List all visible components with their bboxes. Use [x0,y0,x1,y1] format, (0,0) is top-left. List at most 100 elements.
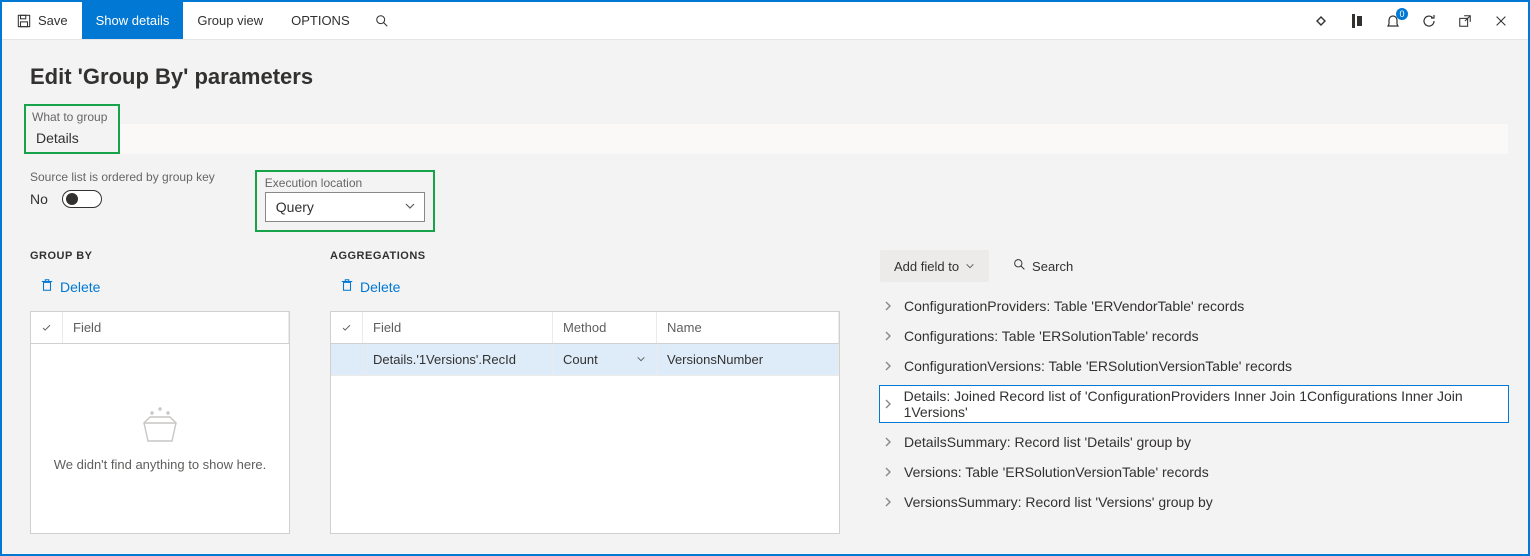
agg-row-method-value: Count [563,352,598,367]
expand-icon[interactable] [884,399,894,409]
aggregations-delete-label: Delete [360,279,400,295]
execution-location-dropdown[interactable]: Query [265,192,425,222]
expand-icon[interactable] [884,467,894,477]
aggregations-heading: AGGREGATIONS [330,250,840,262]
search-icon [1013,258,1026,274]
options-button[interactable]: OPTIONS [277,2,364,39]
aggregations-grid: Field Method Name Details.'1Versions'.Re… [330,311,840,534]
group-by-empty-message: We didn't find anything to show here. [54,457,267,472]
tree-item[interactable]: ConfigurationProviders: Table 'ERVendorT… [880,296,1508,316]
expand-icon[interactable] [884,301,894,311]
row-selector[interactable] [331,344,363,375]
group-by-grid-header: Field [31,312,289,344]
tree-toolbar: Add field to Search [880,250,1508,282]
page-title: Edit 'Group By' parameters [30,64,1508,90]
agg-name-header[interactable]: Name [657,312,839,343]
tree-item-label: ConfigurationProviders: Table 'ERVendorT… [904,298,1244,314]
app-window: Save Show details Group view OPTIONS [0,0,1530,556]
options-row: Source list is ordered by group key No E… [30,170,1508,232]
tree-item[interactable]: Configurations: Table 'ERSolutionTable' … [880,326,1508,346]
aggregations-grid-header: Field Method Name [331,312,839,344]
what-to-group-label: What to group [32,110,112,124]
data-source-tree: ConfigurationProviders: Table 'ERVendorT… [880,296,1508,512]
attach-icon[interactable] [1310,10,1332,32]
notifications-badge: 0 [1396,8,1408,20]
expand-icon[interactable] [884,331,894,341]
toolbar-search-button[interactable] [364,2,400,39]
agg-row-field[interactable]: Details.'1Versions'.RecId [363,344,553,375]
table-row[interactable]: Details.'1Versions'.RecId Count Versions… [331,344,839,376]
trash-icon [40,278,54,295]
group-by-column: GROUP BY Delete Field [30,250,290,534]
toolbar-right: 0 [1310,2,1522,39]
tree-item[interactable]: Versions: Table 'ERSolutionVersionTable'… [880,462,1508,482]
tree-search-button[interactable]: Search [999,250,1087,282]
tree-item-label: ConfigurationVersions: Table 'ERSolution… [904,358,1292,374]
toolbar-left: Save Show details Group view OPTIONS [2,2,400,39]
show-details-label: Show details [96,13,170,28]
aggregations-delete-button[interactable]: Delete [336,272,840,301]
ordered-label: Source list is ordered by group key [30,170,215,184]
tree-item-label: Versions: Table 'ERSolutionVersionTable'… [904,464,1209,480]
search-icon [374,13,390,29]
expand-icon[interactable] [884,437,894,447]
tree-item-label: Configurations: Table 'ERSolutionTable' … [904,328,1199,344]
group-by-select-all[interactable] [31,312,63,343]
execution-location-highlight: Execution location Query [255,170,435,232]
save-label: Save [38,13,68,28]
toolbar: Save Show details Group view OPTIONS [2,2,1528,40]
execution-location-label: Execution location [265,176,425,190]
close-button[interactable] [1490,10,1512,32]
tree-item-label: DetailsSummary: Record list 'Details' gr… [904,434,1191,450]
what-to-group-field: What to group Details [30,104,1508,154]
execution-location-value: Query [276,199,314,215]
notifications-button[interactable]: 0 [1382,10,1404,32]
tree-item-label: Details: Joined Record list of 'Configur… [904,388,1504,420]
chevron-down-icon [636,352,646,367]
popout-button[interactable] [1454,10,1476,32]
agg-row-method[interactable]: Count [553,344,657,375]
tree-item[interactable]: ConfigurationVersions: Table 'ERSolution… [880,356,1508,376]
group-by-empty-state: We didn't find anything to show here. [31,344,289,533]
group-by-field-header[interactable]: Field [63,312,289,343]
chevron-down-icon [965,259,975,274]
what-to-group-value-bar [120,124,1508,154]
trash-icon [340,278,354,295]
agg-row-name[interactable]: VersionsNumber [657,344,839,375]
tree-search-label: Search [1032,259,1073,274]
save-button[interactable]: Save [2,2,82,39]
what-to-group-highlight: What to group Details [24,104,120,154]
group-by-heading: GROUP BY [30,250,290,262]
expand-icon[interactable] [884,497,894,507]
group-by-delete-button[interactable]: Delete [36,272,290,301]
execution-location-field: Execution location Query [265,176,425,222]
expand-icon[interactable] [884,361,894,371]
chevron-down-icon [404,199,416,215]
refresh-button[interactable] [1418,10,1440,32]
content: Edit 'Group By' parameters What to group… [2,40,1528,554]
agg-method-header[interactable]: Method [553,312,657,343]
tree-item-label: VersionsSummary: Record list 'Versions' … [904,494,1213,510]
add-field-to-label: Add field to [894,259,959,274]
group-by-grid: Field We didn't find anything to show he… [30,311,290,534]
ordered-value: No [30,191,48,207]
ordered-toggle[interactable] [62,190,102,208]
office-icon[interactable] [1346,10,1368,32]
tree-column: Add field to Search ConfigurationProvide… [880,250,1508,534]
add-field-to-button[interactable]: Add field to [880,250,989,282]
show-details-button[interactable]: Show details [82,2,184,39]
columns: GROUP BY Delete Field [30,250,1508,534]
tree-item[interactable]: Details: Joined Record list of 'Configur… [880,386,1508,422]
tree-item[interactable]: DetailsSummary: Record list 'Details' gr… [880,432,1508,452]
tree-item[interactable]: VersionsSummary: Record list 'Versions' … [880,492,1508,512]
options-label: OPTIONS [291,13,350,28]
group-view-button[interactable]: Group view [183,2,277,39]
empty-box-icon [138,405,182,445]
save-icon [16,13,32,29]
aggregations-column: AGGREGATIONS Delete Field Method Name [330,250,840,534]
agg-field-header[interactable]: Field [363,312,553,343]
aggregations-select-all[interactable] [331,312,363,343]
what-to-group-value: Details [32,126,112,148]
group-view-label: Group view [197,13,263,28]
ordered-field: Source list is ordered by group key No [30,170,215,208]
